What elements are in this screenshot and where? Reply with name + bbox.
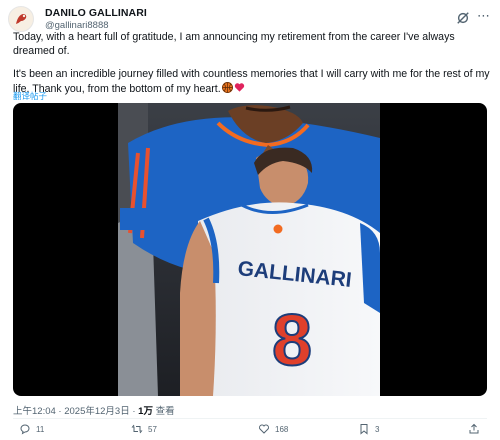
- jersey-number-text: 8: [272, 301, 312, 381]
- views-count: 1万: [138, 406, 153, 417]
- like-button[interactable]: 168: [258, 421, 288, 437]
- tweet-header: DANILO GALLINARI @gallinari8888 ⋯: [8, 6, 492, 32]
- like-count: 168: [275, 424, 289, 434]
- more-icon[interactable]: ⋯: [477, 8, 490, 24]
- share-icon: [469, 423, 479, 434]
- author-handle[interactable]: @gallinari8888: [45, 20, 109, 31]
- action-bar: 11 57 168 3: [13, 421, 487, 437]
- divider: [13, 418, 487, 419]
- tweet-paragraph-with-emoji: It's been an incredible journey filled w…: [13, 68, 493, 96]
- bookmark-count: 3: [375, 424, 380, 434]
- repost-icon: [131, 424, 143, 434]
- basketball-emoji: [221, 81, 233, 93]
- grok-icon[interactable]: [456, 11, 470, 25]
- bookmark-icon: [360, 424, 368, 435]
- reply-button[interactable]: 11: [19, 421, 44, 437]
- views-label: 查看: [152, 406, 175, 417]
- like-icon: [259, 424, 269, 434]
- timestamp[interactable]: 上午12:04 · 2025年12月3日 ·: [13, 406, 138, 417]
- tweet-media-video[interactable]: GALLINARI 8: [13, 103, 487, 396]
- heart-emoji: [234, 82, 245, 93]
- tweet-paragraph: Today, with a heart full of gratitude, I…: [13, 31, 458, 57]
- tweet-paragraph-text: It's been an incredible journey filled w…: [13, 68, 493, 95]
- repost-button[interactable]: 57: [131, 421, 157, 437]
- bookmark-button[interactable]: 3: [358, 421, 379, 437]
- video-frame: GALLINARI 8: [118, 103, 380, 396]
- share-button[interactable]: [468, 421, 480, 437]
- author-display-name[interactable]: DANILO GALLINARI: [45, 7, 147, 19]
- repost-count: 57: [148, 424, 157, 434]
- translate-post-link[interactable]: 翻译帖子: [13, 90, 47, 102]
- tweet-text: Today, with a heart full of gratitude, I…: [13, 31, 493, 106]
- reply-count: 11: [36, 424, 45, 434]
- avatar[interactable]: [8, 6, 34, 32]
- tweet-meta: 上午12:04 · 2025年12月3日 · 1万 查看: [13, 403, 175, 417]
- reply-icon: [20, 424, 30, 435]
